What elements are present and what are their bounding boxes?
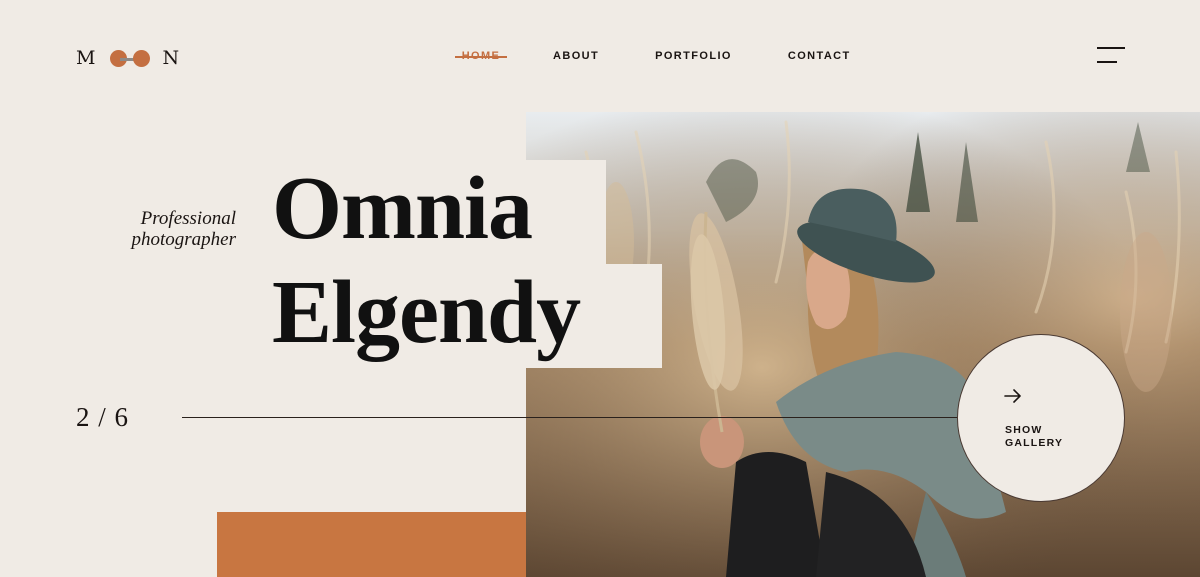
logo-letter-m: M [76, 47, 97, 69]
gallery-label-line-2: GALLERY [1005, 437, 1064, 449]
nav-item-contact[interactable]: CONTACT [788, 50, 851, 62]
accent-block [217, 512, 526, 577]
show-gallery-button[interactable]: SHOW GALLERY [957, 334, 1125, 502]
show-gallery-label: SHOW GALLERY [1005, 424, 1095, 450]
logo-moons-icon [100, 46, 158, 70]
logo-letter-n: N [162, 47, 181, 69]
gallery-label-line-1: SHOW [1005, 424, 1043, 436]
hero-last-name: Elgendy [272, 263, 581, 362]
subtitle-line-1: Professional [140, 208, 236, 229]
main-nav: HOME ABOUT PORTFOLIO CONTACT [455, 50, 851, 62]
nav-item-portfolio[interactable]: PORTFOLIO [655, 50, 732, 62]
hamburger-menu-icon[interactable] [1097, 47, 1125, 65]
nav-item-home[interactable]: HOME [455, 50, 507, 62]
hero-divider [182, 417, 960, 418]
hero-first-name: Omnia [272, 159, 533, 258]
slide-counter: 2 / 6 [76, 402, 130, 432]
brand-logo[interactable]: M N [76, 46, 180, 70]
nav-item-about[interactable]: ABOUT [553, 50, 599, 62]
arrow-right-icon [1004, 389, 1021, 403]
subtitle-line-2: photographer [131, 229, 237, 250]
hero-subtitle: Professional photographer [110, 208, 237, 250]
